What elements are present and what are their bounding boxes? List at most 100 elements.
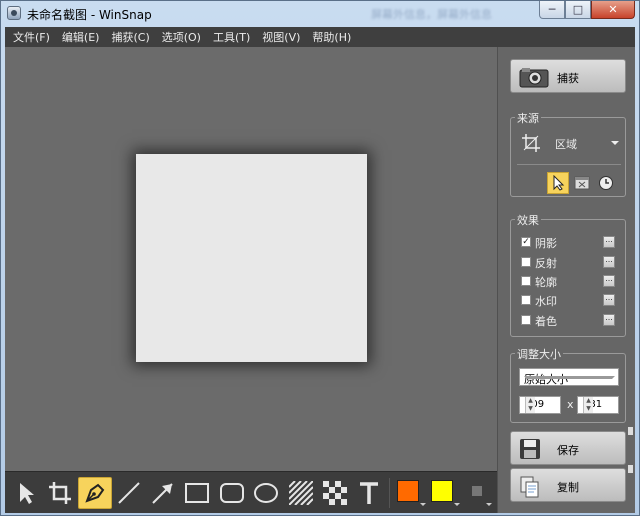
- effect-colorize[interactable]: 着色 ...: [521, 312, 619, 328]
- menu-bar: 文件(F) 编辑(E) 捕获(C) 选项(O) 工具(T) 视图(V) 帮助(H…: [5, 27, 635, 47]
- source-group-title: 来源: [515, 110, 541, 126]
- effect-outline[interactable]: 轮廓 ...: [521, 273, 619, 289]
- hatch-pattern-icon: [289, 481, 313, 505]
- select-tool[interactable]: [9, 477, 43, 509]
- source-separator: [517, 164, 621, 165]
- copy-label: 复制: [557, 481, 579, 494]
- rounded-rectangle-tool[interactable]: [215, 477, 249, 509]
- minimize-button[interactable]: ─: [539, 1, 565, 19]
- pen-icon: [85, 483, 105, 503]
- width-input[interactable]: 309 ▲▼: [519, 396, 561, 414]
- capture-label: 捕获: [557, 72, 579, 85]
- rectangle-tool[interactable]: [180, 477, 214, 509]
- menu-edit[interactable]: 编辑(E): [62, 29, 100, 45]
- capture-canvas[interactable]: [5, 47, 497, 471]
- rectangle-icon: [185, 483, 209, 503]
- menu-tools[interactable]: 工具(T): [213, 29, 250, 45]
- colorize-label: 着色: [535, 315, 557, 328]
- colorize-checkbox[interactable]: [521, 315, 531, 325]
- watermark-checkbox[interactable]: [521, 295, 531, 305]
- copy-button[interactable]: 复制: [510, 468, 626, 502]
- shadow-checkbox[interactable]: ✓: [521, 237, 531, 247]
- window-capture-option[interactable]: [571, 172, 593, 194]
- source-mode-select[interactable]: 区域: [521, 132, 619, 154]
- blurred-title-text: 屏幕外信息，屏幕外信息: [371, 8, 492, 21]
- panel-scrollbar[interactable]: [628, 427, 633, 511]
- window-frame-icon: [574, 176, 590, 190]
- outline-checkbox[interactable]: [521, 276, 531, 286]
- menu-view[interactable]: 视图(V): [262, 29, 300, 45]
- effect-shadow[interactable]: ✓ 阴影 ...: [521, 234, 619, 250]
- height-spinner-icon[interactable]: ▲ ▼: [583, 397, 593, 413]
- menu-capture[interactable]: 捕获(C): [111, 29, 149, 45]
- watermark-options-button[interactable]: ...: [603, 294, 615, 306]
- title-bar: 未命名截图 - WinSnap 屏幕外信息，屏幕外信息 ─ □ ✕: [1, 1, 639, 27]
- timer-icon: [599, 176, 613, 190]
- text-tool[interactable]: [352, 477, 386, 509]
- shadow-label: 阴影: [535, 237, 557, 250]
- line-tool[interactable]: [112, 477, 146, 509]
- secondary-color-swatch[interactable]: [431, 480, 453, 502]
- reflection-options-button[interactable]: ...: [603, 256, 615, 268]
- width-spinner-icon[interactable]: ▲ ▼: [525, 397, 535, 413]
- maximize-button[interactable]: □: [565, 1, 591, 19]
- crop-tool[interactable]: [43, 477, 77, 509]
- resize-group: 调整大小 原始大小 309 ▲▼ x 281 ▲▼: [510, 346, 626, 423]
- ellipse-icon: [254, 483, 278, 503]
- primary-color-dropdown-icon[interactable]: [420, 503, 426, 506]
- reflection-label: 反射: [535, 257, 557, 270]
- crop-icon: [49, 482, 71, 504]
- effect-reflection[interactable]: 反射 ...: [521, 254, 619, 270]
- hatch-tool[interactable]: [284, 477, 318, 509]
- window-controls: ─ □ ✕: [539, 1, 635, 19]
- timer-option[interactable]: [595, 172, 617, 194]
- save-label: 保存: [557, 444, 579, 457]
- include-cursor-toggle[interactable]: [547, 172, 569, 194]
- menu-file[interactable]: 文件(F): [13, 29, 50, 45]
- close-button[interactable]: ✕: [591, 1, 635, 19]
- cursor-arrow-icon: [20, 483, 34, 504]
- source-group: 来源 区域: [510, 110, 626, 197]
- colorize-options-button[interactable]: ...: [603, 314, 615, 326]
- region-crop-icon: [522, 134, 540, 152]
- effect-watermark[interactable]: 水印 ...: [521, 292, 619, 308]
- source-mode-label: 区域: [555, 138, 577, 151]
- source-dropdown-icon: [611, 141, 619, 145]
- resize-mode-select[interactable]: 原始大小: [519, 368, 619, 386]
- checkerboard-icon: [323, 481, 347, 505]
- primary-color-swatch[interactable]: [397, 480, 419, 502]
- save-button[interactable]: 保存: [510, 431, 626, 465]
- rounded-rectangle-icon: [220, 483, 244, 503]
- outline-options-button[interactable]: ...: [603, 275, 615, 287]
- arrow-icon: [152, 483, 173, 504]
- shadow-options-button[interactable]: ...: [603, 236, 615, 248]
- floppy-disk-icon: [520, 439, 540, 459]
- reflection-checkbox[interactable]: [521, 257, 531, 267]
- ellipse-tool[interactable]: [249, 477, 283, 509]
- watermark-label: 水印: [535, 295, 557, 308]
- capture-button[interactable]: 捕获: [510, 59, 626, 93]
- camera-icon: [519, 68, 549, 88]
- pixelate-tool[interactable]: [318, 477, 352, 509]
- arrow-tool[interactable]: [146, 477, 180, 509]
- resize-mode-value: 原始大小: [524, 373, 568, 386]
- toolbar-divider: [389, 478, 390, 508]
- menu-help[interactable]: 帮助(H): [312, 29, 351, 45]
- effects-group: 效果 ✓ 阴影 ... 反射 ... 轮廓 ... 水印 ... 着色 ...: [510, 212, 626, 337]
- winsnap-window: 未命名截图 - WinSnap 屏幕外信息，屏幕外信息 ─ □ ✕ 文件(F) …: [0, 0, 640, 516]
- captured-image[interactable]: [136, 154, 367, 362]
- app-icon: [7, 6, 21, 20]
- line-icon: [118, 482, 140, 504]
- secondary-color-dropdown-icon[interactable]: [454, 503, 460, 506]
- pen-tool[interactable]: [78, 477, 112, 509]
- line-width-dropdown-icon[interactable]: [486, 503, 492, 506]
- copy-documents-icon: [520, 476, 539, 498]
- menu-options[interactable]: 选项(O): [162, 29, 201, 45]
- line-width-icon[interactable]: [472, 486, 482, 496]
- chevron-down-icon: [524, 376, 615, 379]
- side-panel: 捕获 来源 区域 效果 ✓ 阴影 ... 反射 ... 轮廓 ... 水印 ..…: [497, 47, 635, 513]
- resize-group-title: 调整大小: [515, 346, 563, 362]
- effects-group-title: 效果: [515, 212, 541, 228]
- height-input[interactable]: 281 ▲▼: [577, 396, 619, 414]
- outline-label: 轮廓: [535, 276, 557, 289]
